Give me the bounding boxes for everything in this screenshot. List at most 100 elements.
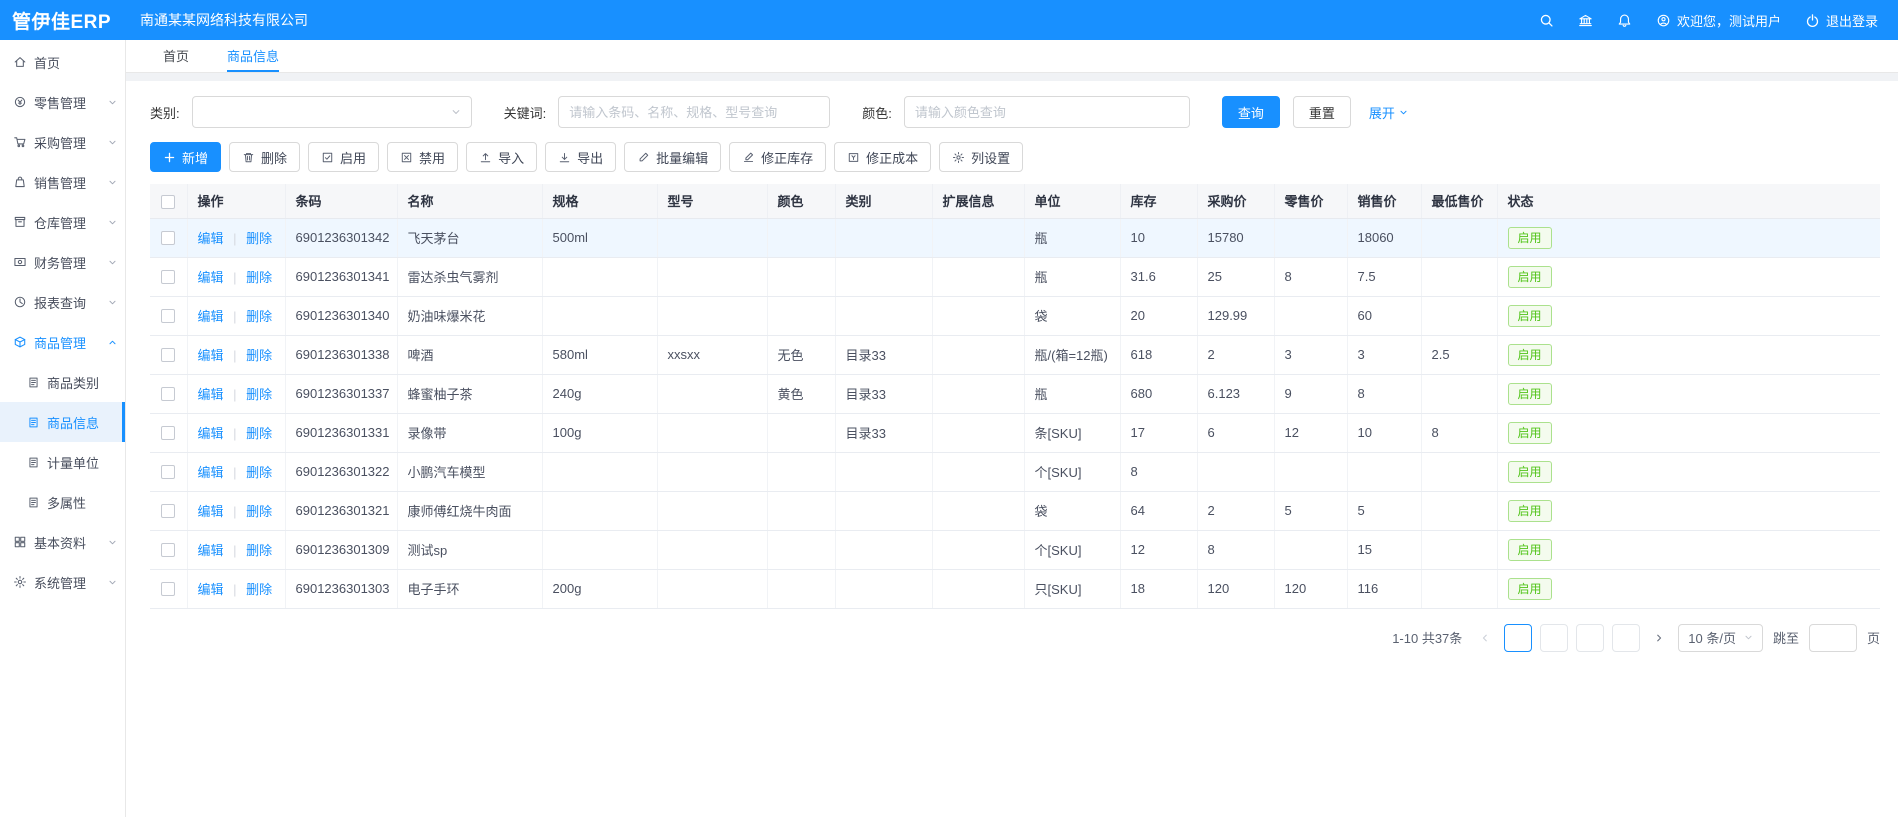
cell-sale-price [1347,452,1421,491]
toolbar-button[interactable]: 导入 [466,142,537,172]
page-button[interactable] [1540,624,1568,652]
page-button[interactable] [1504,624,1532,652]
edit-link[interactable]: 编辑 [198,504,224,519]
sidebar-item-multi-attribute[interactable]: 多属性 [0,482,125,522]
row-checkbox[interactable] [161,465,175,479]
row-checkbox[interactable] [161,582,175,596]
toolbar-button[interactable]: 新增 [150,142,221,172]
table-row[interactable]: 编辑 | 删除 6901236301321 康师傅红烧牛肉面 袋 64 2 5 … [150,491,1880,530]
reset-button[interactable]: 重置 [1293,96,1351,128]
sidebar-item-finance[interactable]: 财务管理 [0,242,125,282]
sidebar-item-sales[interactable]: 销售管理 [0,162,125,202]
edit-link[interactable]: 编辑 [198,582,224,597]
delete-link[interactable]: 删除 [246,309,272,324]
row-checkbox[interactable] [161,270,175,284]
search-icon[interactable] [1539,13,1554,28]
row-checkbox[interactable] [161,348,175,362]
toolbar-button[interactable]: 禁用 [387,142,458,172]
sidebar-item-report[interactable]: 报表查询 [0,282,125,322]
bell-icon[interactable] [1617,13,1632,28]
cell-purchase-price: 6 [1197,413,1274,452]
logout-text: 退出登录 [1826,11,1878,30]
toolbar-button[interactable]: 批量编辑 [624,142,721,172]
toolbar-button-label: 列设置 [971,148,1010,167]
delete-link[interactable]: 删除 [246,543,272,558]
edit-link[interactable]: 编辑 [198,387,224,402]
delete-link[interactable]: 删除 [246,426,272,441]
table-row[interactable]: 编辑 | 删除 6901236301309 测试sp 个[SKU] 12 8 1… [150,530,1880,569]
edit-link[interactable]: 编辑 [198,231,224,246]
sidebar-item-basic-data[interactable]: 基本资料 [0,522,125,562]
next-page-button[interactable] [1650,624,1668,652]
sidebar-item-label: 计量单位 [47,453,117,472]
company-name: 南通某某网络科技有限公司 [140,10,308,30]
table-row[interactable]: 编辑 | 删除 6901236301322 小鹏汽车模型 个[SKU] 8 启用 [150,452,1880,491]
table-row[interactable]: 编辑 | 删除 6901236301337 蜂蜜柚子茶 240g 黄色 目录33… [150,374,1880,413]
edit-link[interactable]: 编辑 [198,309,224,324]
sidebar-item-measure-unit[interactable]: 计量单位 [0,442,125,482]
delete-link[interactable]: 删除 [246,348,272,363]
tab-goods-info[interactable]: 商品信息 [227,40,279,72]
edit-link[interactable]: 编辑 [198,270,224,285]
search-button[interactable]: 查询 [1222,96,1280,128]
sidebar-item-goods[interactable]: 商品管理 [0,322,125,362]
toolbar-button[interactable]: 导出 [545,142,616,172]
sidebar-item-retail[interactable]: 零售管理 [0,82,125,122]
edit-link[interactable]: 编辑 [198,465,224,480]
row-checkbox[interactable] [161,426,175,440]
table-row[interactable]: 编辑 | 删除 6901236301303 电子手环 200g 只[SKU] 1… [150,569,1880,608]
delete-link[interactable]: 删除 [246,582,272,597]
expand-link[interactable]: 展开 [1369,103,1408,122]
cell-barcode: 6901236301303 [285,569,397,608]
row-checkbox[interactable] [161,231,175,245]
table-row[interactable]: 编辑 | 删除 6901236301340 奶油味爆米花 袋 20 129.99… [150,296,1880,335]
color-input[interactable] [904,96,1190,128]
jump-page-input[interactable] [1809,624,1857,652]
column-header: 类别 [835,184,932,218]
row-checkbox[interactable] [161,387,175,401]
edit-link[interactable]: 编辑 [198,543,224,558]
page-button[interactable] [1612,624,1640,652]
row-checkbox[interactable] [161,543,175,557]
edit-link[interactable]: 编辑 [198,426,224,441]
delete-link[interactable]: 删除 [246,231,272,246]
table-row[interactable]: 编辑 | 删除 6901236301338 啤酒 580ml xxsxx 无色 … [150,335,1880,374]
toolbar-button[interactable]: 修正库存 [729,142,826,172]
cell-operations: 编辑 | 删除 [187,374,285,413]
delete-link[interactable]: 删除 [246,504,272,519]
toolbar-button[interactable]: 列设置 [939,142,1023,172]
delete-link[interactable]: 删除 [246,270,272,285]
keyword-label: 关键词: [504,103,547,122]
prev-page-button[interactable] [1476,624,1494,652]
delete-link[interactable]: 删除 [246,387,272,402]
sidebar-item-goods-info[interactable]: 商品信息 [0,402,125,442]
table-row[interactable]: 编辑 | 删除 6901236301331 录像带 100g 目录33 条[SK… [150,413,1880,452]
table-row[interactable]: 编辑 | 删除 6901236301342 飞天茅台 500ml 瓶 10 15… [150,218,1880,257]
toolbar-button[interactable]: 修正成本 [834,142,931,172]
sidebar-item-home[interactable]: 首页 [0,42,125,82]
sidebar-item-goods-category[interactable]: 商品类别 [0,362,125,402]
edit-link[interactable]: 编辑 [198,348,224,363]
sidebar-item-purchase[interactable]: 采购管理 [0,122,125,162]
category-select[interactable] [192,96,472,128]
toolbar-button[interactable]: 删除 [229,142,300,172]
toolbar-button[interactable]: 启用 [308,142,379,172]
delete-link[interactable]: 删除 [246,465,272,480]
logout-button[interactable]: 退出登录 [1805,11,1878,30]
page-button[interactable] [1576,624,1604,652]
table-row[interactable]: 编辑 | 删除 6901236301341 雷达杀虫气雾剂 瓶 31.6 25 … [150,257,1880,296]
sidebar-item-system[interactable]: 系统管理 [0,562,125,602]
sidebar-item-warehouse[interactable]: 仓库管理 [0,202,125,242]
row-checkbox[interactable] [161,309,175,323]
row-checkbox[interactable] [161,504,175,518]
check-square-icon [321,151,334,164]
select-all-checkbox[interactable] [161,195,175,209]
page-size-select[interactable]: 10 条/页 [1678,624,1763,652]
link-separator: | [233,348,236,363]
tab-home[interactable]: 首页 [163,40,189,72]
shop-icon[interactable] [1578,13,1593,28]
cell-retail-price: 3 [1274,335,1347,374]
keyword-input[interactable] [558,96,830,128]
welcome-user[interactable]: 欢迎您，测试用户 [1656,11,1781,30]
cell-min-price [1421,218,1497,257]
